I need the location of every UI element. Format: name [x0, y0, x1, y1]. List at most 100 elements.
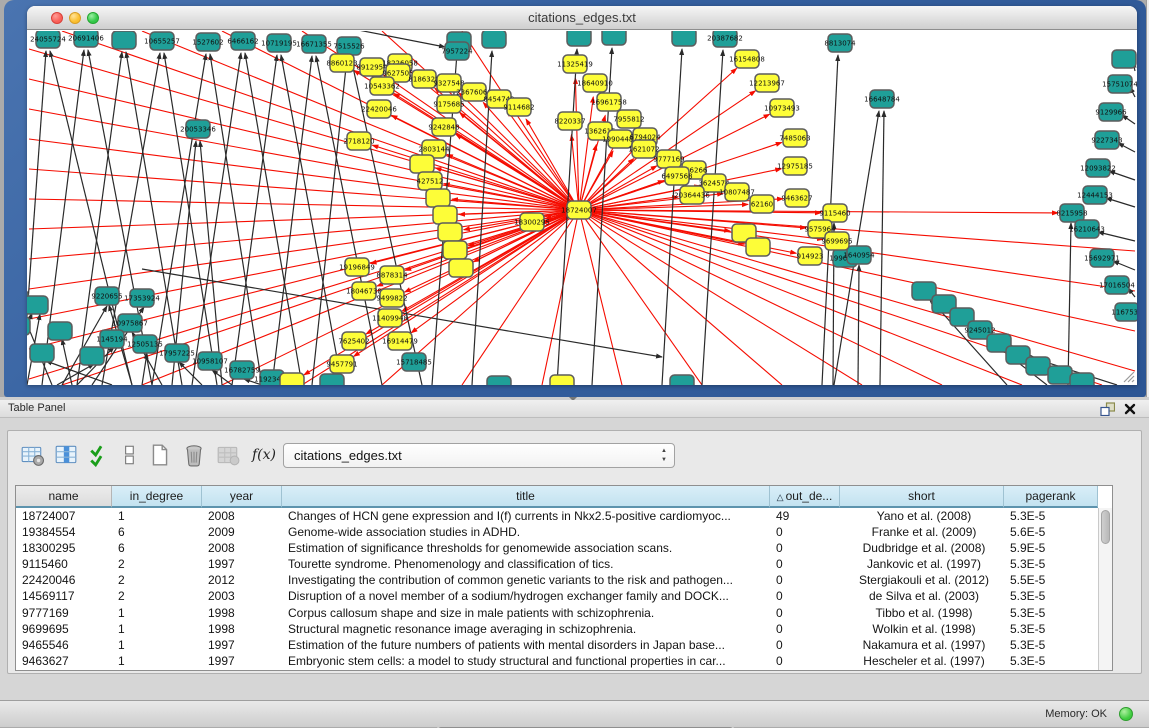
float-window-icon[interactable] — [1100, 402, 1115, 416]
paper-node[interactable] — [320, 374, 344, 385]
cited-node[interactable]: 914923 — [797, 247, 824, 265]
show-columns-icon[interactable] — [54, 443, 80, 469]
cited-node[interactable]: 9463627 — [781, 189, 812, 207]
cited-node[interactable]: 62160 — [750, 195, 774, 213]
cited-node[interactable]: 9699695 — [821, 232, 852, 250]
column-header-in-degree[interactable]: in_degree — [112, 486, 202, 508]
paper-node[interactable]: 8813074 — [824, 34, 856, 52]
paper-node[interactable]: 6466162 — [227, 32, 258, 50]
table-row[interactable]: 1938455462009Genome-wide association stu… — [16, 524, 1112, 540]
cited-node[interactable] — [410, 155, 434, 173]
cited-node[interactable]: 10973493 — [764, 99, 800, 117]
table-row[interactable]: 1872400712008Changes of HCN gene express… — [16, 508, 1112, 524]
paper-node[interactable] — [112, 31, 136, 49]
paper-node[interactable]: 12444153 — [1077, 186, 1113, 204]
paper-node[interactable]: 17957225 — [159, 344, 195, 362]
table-vertical-scrollbar[interactable] — [1098, 508, 1112, 670]
unselect-rows-icon[interactable] — [118, 443, 144, 469]
table-row[interactable]: 911546021997Tourette syndrome. Phenomeno… — [16, 556, 1112, 572]
table-row[interactable]: 946362711997Embryonic stem cells: a mode… — [16, 653, 1112, 669]
cited-node[interactable]: 9777169 — [653, 150, 684, 168]
paper-node[interactable]: 10655257 — [144, 32, 180, 50]
paper-node[interactable]: 24055724 — [30, 31, 66, 48]
column-header-out-de-[interactable]: △out_de... — [770, 486, 840, 508]
paper-node[interactable] — [567, 31, 591, 46]
column-header-name[interactable]: name — [16, 486, 112, 508]
table-row[interactable]: 1456911722003Disruption of a novel membe… — [16, 588, 1112, 604]
cited-node[interactable]: 12213967 — [749, 74, 785, 92]
import-table-icon[interactable] — [216, 443, 242, 469]
paper-node[interactable]: 1527602 — [192, 33, 223, 51]
paper-node[interactable]: 10958107 — [192, 352, 228, 370]
paper-node[interactable]: 1167533 — [1111, 303, 1137, 321]
paper-node[interactable]: 1145194 — [96, 330, 128, 348]
citation-network-graph[interactable]: 2405572420691406106552571527602646616210… — [27, 31, 1137, 385]
close-panel-icon[interactable] — [1123, 402, 1137, 416]
paper-node[interactable]: 9220655 — [91, 287, 122, 305]
cited-node[interactable]: 12975185 — [777, 157, 813, 175]
paper-node[interactable] — [27, 317, 30, 335]
cited-node[interactable]: 8220337 — [554, 112, 585, 130]
cited-node[interactable]: 9114682 — [503, 98, 534, 116]
cited-node[interactable]: 9457791 — [326, 355, 357, 373]
paper-node[interactable]: 17353924 — [124, 289, 160, 307]
cited-node[interactable]: 11325419 — [557, 55, 593, 73]
network-view-frame[interactable]: citations_edges.txt 2405572420691406 1065… — [4, 0, 1146, 397]
paper-node[interactable]: 10719195 — [261, 34, 297, 52]
cited-node[interactable]: 9499822 — [376, 289, 407, 307]
paper-node[interactable]: 7957224 — [441, 42, 473, 60]
paper-node[interactable]: 20387682 — [707, 31, 743, 47]
paper-node[interactable]: 15751074 — [1102, 75, 1137, 93]
paper-node[interactable] — [48, 322, 72, 340]
cited-node[interactable]: 19196849 — [339, 258, 375, 276]
paper-node[interactable]: 15692971 — [1084, 249, 1120, 267]
cited-node[interactable]: 16154808 — [729, 50, 765, 68]
new-table-icon[interactable] — [148, 443, 174, 469]
paper-node[interactable] — [672, 31, 696, 46]
cited-node[interactable] — [426, 189, 450, 207]
cited-node[interactable]: 7955812 — [613, 110, 644, 128]
paper-node[interactable] — [670, 375, 694, 385]
resize-grip-icon[interactable] — [1121, 369, 1135, 383]
cited-node[interactable] — [550, 375, 574, 385]
paper-node[interactable] — [482, 31, 506, 48]
paper-node[interactable] — [1112, 50, 1136, 68]
paper-node[interactable]: 16671355 — [296, 35, 332, 53]
paper-node[interactable]: 7515526 — [333, 37, 365, 55]
table-row[interactable]: 1830029562008Estimation of significance … — [16, 540, 1112, 556]
cited-node[interactable]: 427512 — [417, 172, 444, 190]
table-selector-combobox[interactable]: citations_edges.txt ▲▼ — [283, 443, 675, 468]
scrollbar-thumb[interactable] — [1101, 510, 1110, 544]
function-builder-icon[interactable]: f(x) — [252, 447, 276, 463]
table-settings-icon[interactable] — [20, 443, 46, 469]
network-window-titlebar[interactable]: citations_edges.txt — [27, 6, 1137, 30]
column-header-short[interactable]: short — [840, 486, 1004, 508]
cited-node[interactable] — [433, 206, 457, 224]
network-canvas[interactable]: 2405572420691406106552571527602646616210… — [27, 31, 1137, 385]
delete-table-icon[interactable] — [182, 443, 208, 469]
cited-node[interactable]: 8878314 — [376, 266, 408, 284]
select-all-icon[interactable] — [88, 443, 114, 469]
cited-node[interactable]: 7625402 — [338, 332, 369, 350]
paper-node[interactable] — [1026, 357, 1050, 375]
paper-node[interactable] — [487, 376, 511, 385]
cited-node[interactable] — [438, 223, 462, 241]
cited-node[interactable] — [443, 241, 467, 259]
paper-node[interactable]: 9227343 — [1091, 131, 1122, 149]
table-row[interactable]: 969969511998Structural magnetic resonanc… — [16, 621, 1112, 637]
paper-node[interactable]: 20691406 — [68, 31, 104, 47]
paper-node[interactable] — [27, 296, 48, 314]
cited-node[interactable] — [746, 238, 770, 256]
network-window[interactable]: citations_edges.txt 2405572420691406 1065… — [27, 6, 1137, 385]
paper-node[interactable]: 9129966 — [1095, 103, 1127, 121]
column-header-pagerank[interactable]: pagerank — [1004, 486, 1098, 508]
cited-node[interactable] — [280, 373, 304, 385]
paper-node[interactable] — [30, 344, 54, 362]
paper-node[interactable]: 12093822 — [1080, 159, 1116, 177]
memory-status-indicator[interactable] — [1119, 707, 1133, 721]
column-header-year[interactable]: year — [202, 486, 282, 508]
paper-node[interactable] — [80, 347, 104, 365]
paper-node[interactable] — [602, 31, 626, 45]
table-row[interactable]: 977716911998Corpus callosum shape and si… — [16, 605, 1112, 621]
cited-node[interactable]: 7485063 — [779, 129, 810, 147]
